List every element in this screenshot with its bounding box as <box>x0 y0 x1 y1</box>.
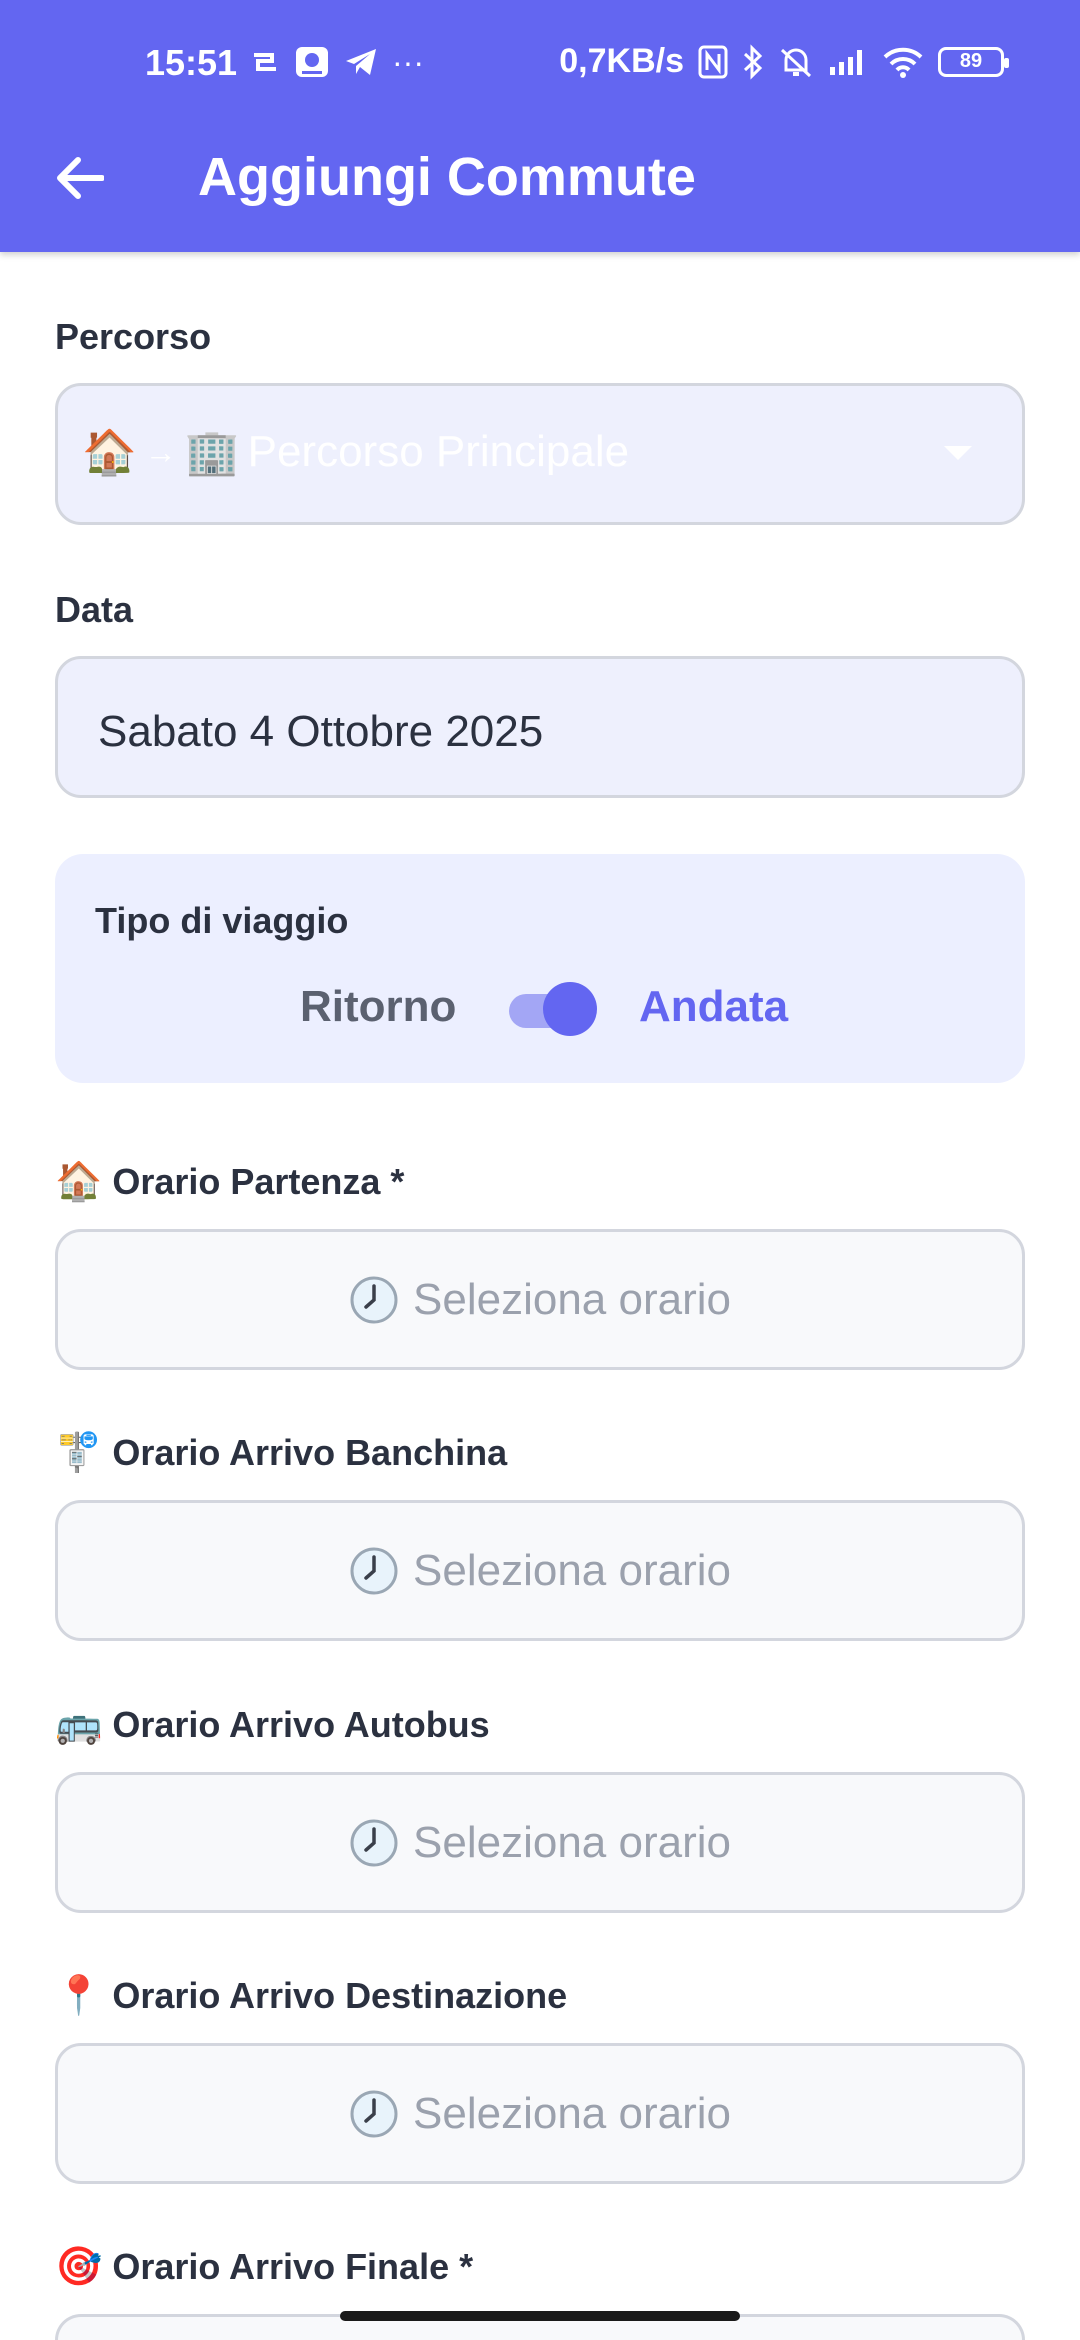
platform-arrival-label-text: Orario Arrivo Banchina <box>112 1432 508 1473</box>
home-indicator[interactable] <box>340 2311 740 2321</box>
app-header: 15:51 ··· 0,7KB/s 89 Aggiungi Commute <box>0 0 1080 252</box>
departure-time-label-text: Orario Partenza * <box>112 1161 405 1202</box>
signal-icon <box>828 44 868 80</box>
destination-arrival-label: 📍 Orario Arrivo Destinazione <box>55 1974 567 2018</box>
network-speed: 0,7KB/s <box>559 42 684 80</box>
status-time: 15:51 <box>145 42 238 83</box>
time-placeholder: Seleziona orario <box>413 2088 731 2138</box>
bus-emoji-icon: 🚌 <box>55 1704 103 1746</box>
trip-type-card: Tipo di viaggio Ritorno Andata <box>55 854 1025 1083</box>
date-label: Data <box>55 589 134 630</box>
destination-arrival-label-text: Orario Arrivo Destinazione <box>112 1975 568 2016</box>
status-right: 0,7KB/s 89 <box>559 42 1009 81</box>
departure-time-label: 🏠 Orario Partenza * <box>55 1160 404 1204</box>
target-emoji-icon: 🎯 <box>55 2246 103 2288</box>
platform-arrival-time-field[interactable]: Seleziona orario <box>55 1500 1025 1641</box>
status-bar: 15:51 ··· 0,7KB/s 89 <box>0 0 1080 130</box>
clock-icon <box>350 2090 398 2137</box>
time-placeholder: Seleziona orario <box>413 1274 731 1324</box>
battery-icon: 89 <box>938 46 1009 77</box>
notification-icons: ··· <box>250 44 424 80</box>
pin-emoji-icon: 📍 <box>55 1975 103 2017</box>
route-label: Percorso <box>55 316 212 357</box>
departure-time-field[interactable]: Seleziona orario <box>55 1229 1025 1370</box>
date-value: Sabato 4 Ottobre 2025 <box>98 707 544 756</box>
final-arrival-label-text: Orario Arrivo Finale * <box>112 2246 474 2287</box>
route-value-row: 🏠 → 🏢 Percorso Principale <box>82 426 629 478</box>
chevron-down-icon <box>944 446 972 460</box>
nfc-icon <box>698 44 728 80</box>
bus-arrival-label-text: Orario Arrivo Autobus <box>112 1704 490 1745</box>
arrow-right-icon: → <box>144 433 177 470</box>
trip-type-toggle[interactable] <box>507 982 597 1036</box>
camera-app-icon <box>294 44 330 80</box>
clock-icon <box>350 1547 398 1594</box>
route-dropdown[interactable]: 🏠 → 🏢 Percorso Principale <box>55 383 1025 525</box>
mute-icon <box>778 44 814 80</box>
clock-icon <box>350 1276 398 1323</box>
trip-type-label: Tipo di viaggio <box>95 900 349 941</box>
toggle-thumb <box>543 982 597 1036</box>
route-value: Percorso Principale <box>247 427 630 476</box>
platform-arrival-label: 🚏 Orario Arrivo Banchina <box>55 1431 507 1475</box>
time-placeholder: Seleziona orario <box>413 1817 731 1867</box>
time-placeholder: Seleziona orario <box>413 1545 731 1595</box>
telegram-icon <box>344 44 378 80</box>
trip-option-return: Ritorno <box>300 982 457 1031</box>
bus-stop-emoji-icon: 🚏 <box>55 1432 103 1474</box>
bus-arrival-time-field[interactable]: Seleziona orario <box>55 1772 1025 1913</box>
bus-arrival-label: 🚌 Orario Arrivo Autobus <box>55 1703 490 1747</box>
trip-option-outbound: Andata <box>639 982 789 1031</box>
clock-icon <box>350 1819 398 1866</box>
sync-icon <box>250 44 280 80</box>
destination-arrival-time-field[interactable]: Seleziona orario <box>55 2043 1025 2184</box>
back-arrow-icon[interactable] <box>52 150 108 206</box>
bluetooth-icon <box>742 43 764 80</box>
wifi-icon <box>882 44 924 80</box>
house-emoji-icon: 🏠 <box>82 428 137 477</box>
office-building-emoji-icon: 🏢 <box>184 428 240 477</box>
final-arrival-label: 🎯 Orario Arrivo Finale * <box>55 2245 473 2289</box>
house-emoji-icon: 🏠 <box>55 1161 103 1203</box>
page-title: Aggiungi Commute <box>198 147 696 207</box>
date-field[interactable]: Sabato 4 Ottobre 2025 <box>55 656 1025 798</box>
more-icon: ··· <box>392 43 424 80</box>
